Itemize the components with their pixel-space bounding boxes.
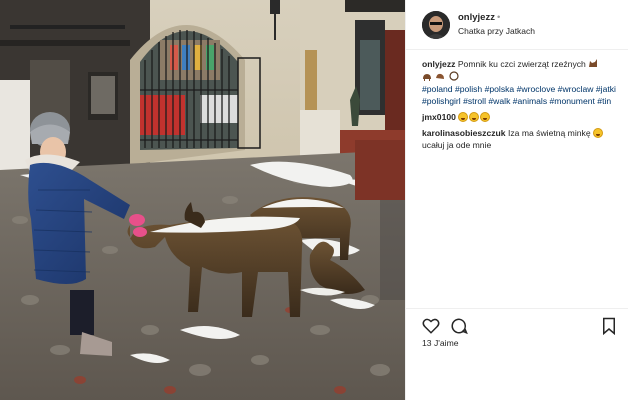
pig-emoji — [436, 73, 445, 79]
comment-icon[interactable] — [450, 317, 468, 335]
caption: onlyjezz Pomnik ku czci zwierząt rzeźnyc… — [422, 58, 622, 107]
smile-emoji — [593, 127, 604, 138]
action-bar — [406, 308, 628, 338]
follow-dot: • — [496, 12, 501, 23]
comments-list: onlyjezz Pomnik ku czci zwierząt rzeźnyc… — [422, 58, 622, 155]
likes-count[interactable]: 13 J'aime — [422, 338, 459, 348]
post-photo[interactable] — [0, 0, 405, 400]
comment-text: Iza ma świetną minkę — [507, 127, 591, 138]
instagram-post: onlyjezz • Chatka przy Jatkach onlyjezz P… — [0, 0, 628, 400]
caption-text: Pomnik ku czci zwierząt rzeźnych — [457, 59, 586, 69]
laugh-emoji — [458, 111, 469, 122]
avatar[interactable] — [422, 11, 450, 39]
avatar-image — [422, 11, 450, 39]
comment-username[interactable]: jmx0100 — [422, 112, 456, 122]
username-text[interactable]: onlyjezz — [458, 12, 495, 23]
ram-emoji — [449, 71, 459, 81]
cat-emoji — [589, 59, 598, 67]
bookmark-icon[interactable] — [600, 317, 618, 335]
animal-emojis — [422, 71, 460, 83]
caption-hashtags[interactable]: #poland #polish #polska #wroclove #wrocl… — [422, 84, 616, 106]
post-side-panel: onlyjezz • Chatka przy Jatkach onlyjezz P… — [405, 0, 628, 400]
heart-icon[interactable] — [422, 317, 440, 335]
comment: jmx0100 — [422, 111, 622, 123]
caption-username[interactable]: onlyjezz — [422, 59, 455, 69]
laugh-emoji — [480, 111, 491, 122]
comment-text-line2: ucałuj ja ode mnie — [422, 139, 492, 150]
goat-emoji — [423, 73, 431, 81]
post-location[interactable]: Chatka przy Jatkach — [458, 26, 535, 36]
post-header: onlyjezz • Chatka przy Jatkach — [406, 0, 628, 50]
photo-scene — [0, 0, 405, 400]
post-username[interactable]: onlyjezz • — [458, 12, 500, 23]
comment: karolinasobieszczuk Iza ma świetną minkę… — [422, 127, 622, 151]
comment-username[interactable]: karolinasobieszczuk — [422, 128, 506, 138]
laugh-emoji — [469, 111, 480, 122]
